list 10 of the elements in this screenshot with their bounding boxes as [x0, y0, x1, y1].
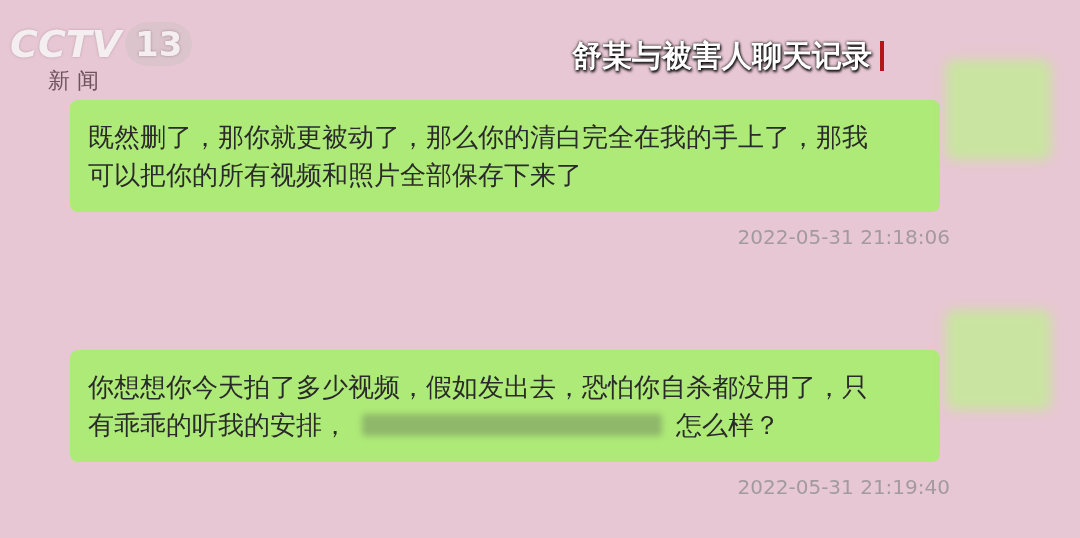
- message-timestamp: 2022-05-31 21:19:40: [737, 474, 950, 500]
- caption-marker: [880, 41, 884, 71]
- message-text: 既然删了，那你就更被动了，那么你的清白完全在我的手上了，那我: [88, 121, 868, 154]
- message-text: 可以把你的所有视频和照片全部保存下来了: [88, 159, 582, 192]
- message-text: 你想想你今天拍了多少视频，假如发出去，恐怕你自杀都没用了，只: [88, 371, 868, 404]
- caption: 舒某与被害人聊天记录: [572, 37, 872, 75]
- channel-subtitle: 新 闻: [48, 67, 99, 95]
- message-text: 怎么样？: [676, 409, 780, 442]
- message-timestamp: 2022-05-31 21:18:06: [737, 224, 950, 250]
- message-text: 有乖乖的听我的安排，: [88, 409, 348, 442]
